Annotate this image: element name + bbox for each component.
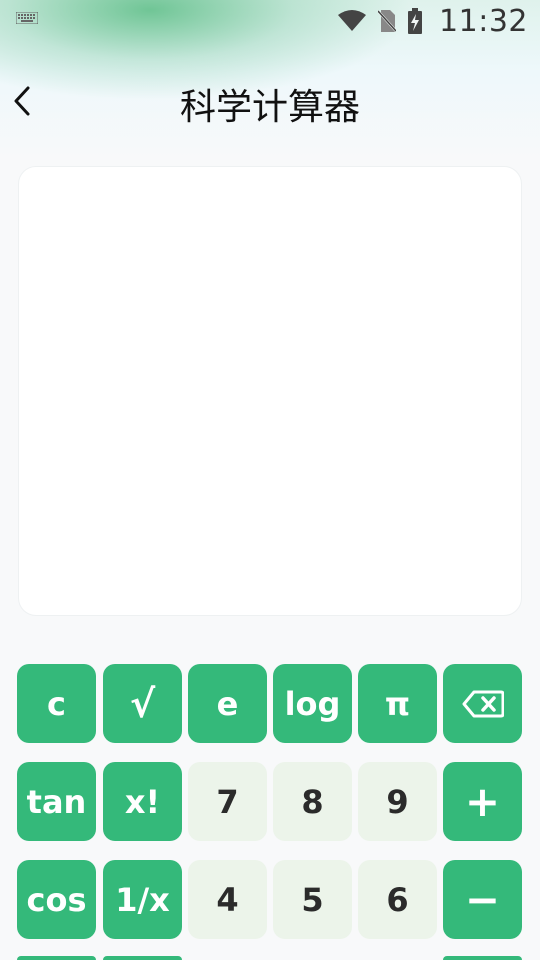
key-label: 7: [216, 782, 239, 821]
key-backspace[interactable]: [443, 664, 522, 743]
key-tan[interactable]: tan: [17, 762, 96, 841]
key-sqrt[interactable]: √: [103, 664, 182, 743]
key-cos[interactable]: cos: [17, 860, 96, 939]
key-9[interactable]: 9: [358, 762, 437, 841]
key-label: tan: [26, 782, 87, 821]
backspace-icon: [462, 690, 504, 717]
key-label: 4: [216, 880, 239, 919]
key-5[interactable]: 5: [273, 860, 352, 939]
key-label: 6: [386, 880, 409, 919]
key-factorial[interactable]: x!: [103, 762, 182, 841]
key-label: √: [129, 681, 156, 726]
key-pi[interactable]: π: [358, 664, 437, 743]
key-clear[interactable]: c: [17, 664, 96, 743]
key-e[interactable]: e: [188, 664, 267, 743]
key-label: 8: [301, 782, 324, 821]
key-label: 1/x: [115, 880, 170, 919]
key-label: π: [384, 684, 411, 723]
key-minus[interactable]: −: [443, 860, 522, 939]
key-label: 9: [386, 782, 409, 821]
key-8[interactable]: 8: [273, 762, 352, 841]
key-label: log: [284, 684, 341, 723]
key-reciprocal[interactable]: 1/x: [103, 860, 182, 939]
key-plus[interactable]: +: [443, 762, 522, 841]
key-label: c: [47, 684, 66, 723]
key-label: cos: [26, 880, 87, 919]
key-label: e: [216, 684, 239, 723]
key-label: 5: [301, 880, 324, 919]
key-6[interactable]: 6: [358, 860, 437, 939]
key-row4-partial[interactable]: [103, 956, 182, 960]
key-label: +: [464, 777, 501, 826]
keypad: c √ e log π tan x! 7 8 9 + cos 1/x 4 5 6…: [0, 0, 540, 960]
key-label: −: [464, 875, 501, 924]
key-row4-partial[interactable]: [17, 956, 96, 960]
key-log[interactable]: log: [273, 664, 352, 743]
key-4[interactable]: 4: [188, 860, 267, 939]
key-label: x!: [124, 782, 161, 821]
key-row4-partial[interactable]: [443, 956, 522, 960]
key-7[interactable]: 7: [188, 762, 267, 841]
